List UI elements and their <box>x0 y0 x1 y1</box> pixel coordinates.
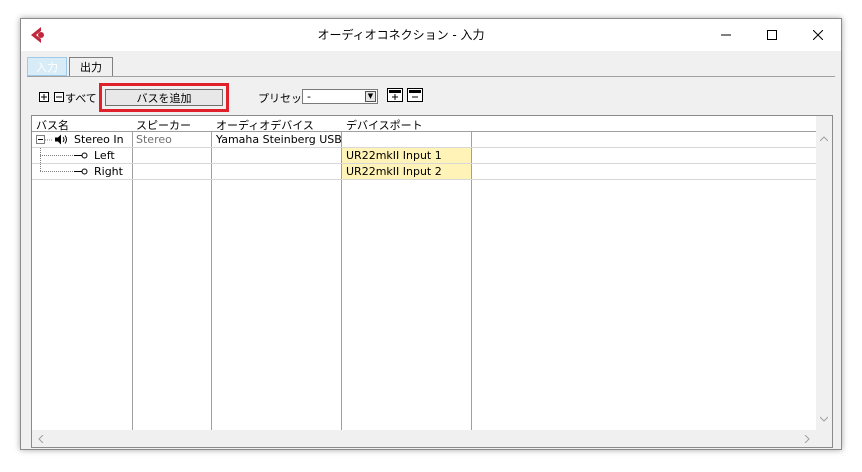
scroll-left-icon[interactable] <box>38 435 44 443</box>
delete-preset-icon[interactable] <box>407 88 423 102</box>
scroll-down-icon[interactable] <box>820 416 828 422</box>
header-device-port[interactable]: デバイスポート <box>346 117 423 133</box>
audio-connections-window: オーディオコネクション - 入力 入力 出力 すべて バスを追加 プリセット -… <box>20 18 842 450</box>
expand-collapse-all <box>39 90 64 103</box>
scroll-right-icon[interactable] <box>804 435 810 443</box>
table-row[interactable]: Right UR22mkII Input 2 <box>32 164 816 180</box>
header-bus-name[interactable]: バス名 <box>36 117 69 133</box>
bus-table: バス名 スピーカー オーディオデバイス デバイスポート Stereo In St… <box>31 115 833 448</box>
title-bar[interactable]: オーディオコネクション - 入力 <box>21 19 841 51</box>
highlight-box <box>99 83 229 112</box>
maximize-icon <box>767 30 777 40</box>
table-row[interactable]: Stereo In Stereo Yamaha Steinberg USB AS… <box>32 132 816 148</box>
horizontal-scrollbar[interactable] <box>32 430 832 447</box>
bus-name: Right <box>94 165 123 178</box>
save-preset-icon[interactable] <box>387 88 403 102</box>
tab-input[interactable]: 入力 <box>27 57 67 76</box>
minimize-icon <box>721 34 731 36</box>
scroll-up-icon[interactable] <box>820 136 828 142</box>
vertical-scrollbar[interactable] <box>816 116 832 430</box>
tab-divider <box>27 76 835 77</box>
speaker-icon <box>55 134 67 145</box>
collapse-tree-icon[interactable] <box>36 135 45 144</box>
preset-select[interactable]: - ▼ <box>302 89 378 104</box>
device-port[interactable]: UR22mkII Input 2 <box>346 165 470 178</box>
header-speaker[interactable]: スピーカー <box>136 117 191 133</box>
audio-device[interactable]: Yamaha Steinberg USB ASIO <box>216 133 341 146</box>
channel-plug-icon <box>74 168 88 175</box>
device-port[interactable]: UR22mkII Input 1 <box>346 149 470 162</box>
toolbar: すべて バスを追加 プリセット - ▼ <box>21 83 841 113</box>
chevron-down-icon[interactable]: ▼ <box>365 91 376 102</box>
all-label: すべて <box>65 92 97 105</box>
window-title: オーディオコネクション - 入力 <box>317 28 485 42</box>
table-row[interactable]: Left UR22mkII Input 1 <box>32 148 816 164</box>
expand-all-icon[interactable] <box>39 92 49 102</box>
channel-plug-icon <box>74 152 88 159</box>
close-button[interactable] <box>795 19 841 51</box>
header-audio-device[interactable]: オーディオデバイス <box>216 117 314 133</box>
maximize-button[interactable] <box>749 19 795 51</box>
preset-value: - <box>307 90 311 103</box>
bus-name: Left <box>94 149 115 162</box>
tree-connector <box>45 139 53 141</box>
table-header: バス名 スピーカー オーディオデバイス デバイスポート <box>32 116 816 132</box>
close-icon <box>813 30 823 40</box>
collapse-all-icon[interactable] <box>53 92 64 102</box>
minimize-button[interactable] <box>703 19 749 51</box>
bus-name: Stereo In <box>74 133 124 146</box>
speaker-config: Stereo <box>136 133 172 146</box>
tab-output[interactable]: 出力 <box>69 57 113 76</box>
